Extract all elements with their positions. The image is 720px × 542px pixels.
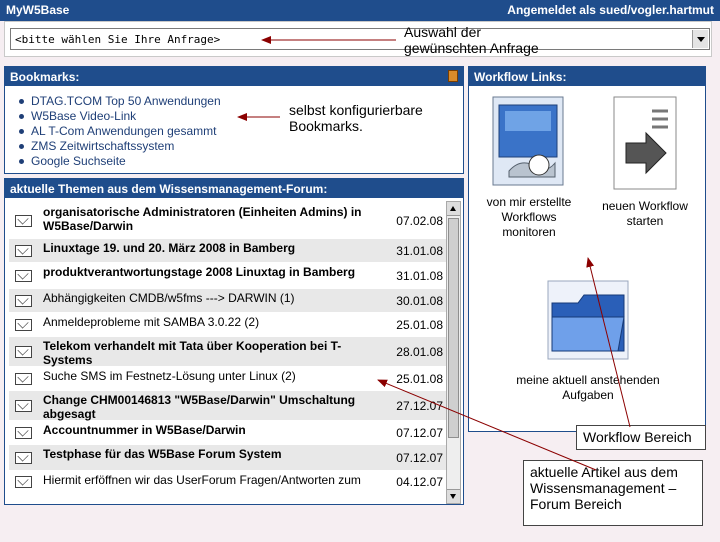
forum-topic-subject[interactable]: Accountnummer in W5Base/Darwin	[43, 423, 383, 437]
envelope-icon	[15, 318, 32, 331]
bookmarks-header: Bookmarks:	[5, 67, 463, 86]
workflow-title: Workflow Links:	[474, 70, 567, 84]
scroll-thumb[interactable]	[448, 218, 459, 438]
forum-topic-subject[interactable]: Linuxtage 19. und 20. März 2008 in Bambe…	[43, 241, 383, 255]
forum-topic-date: 30.01.08	[396, 293, 443, 308]
query-area: <bitte wählen Sie Ihre Anfrage>	[4, 21, 712, 57]
forum-topic-row[interactable]: organisatorische Administratoren (Einhei…	[9, 203, 447, 239]
workflow-monitor-icon[interactable]	[491, 95, 567, 187]
app-title: MyW5Base	[6, 3, 70, 17]
forum-topic-row[interactable]: produktverantwortungstage 2008 Linuxtag …	[9, 263, 447, 289]
callout-query: Auswahl der gewünschten Anfrage	[404, 24, 539, 56]
forum-title: aktuelle Themen aus dem Wissensmanagemen…	[10, 182, 328, 196]
forum-topic-subject[interactable]: Telekom verhandelt mit Tata über Koopera…	[43, 339, 383, 367]
forum-topic-date: 28.01.08	[396, 344, 443, 359]
workflow-tasks-link[interactable]: meine aktuell anstehenden Aufgaben	[493, 273, 683, 403]
forum-topic-row[interactable]: Hiermit erföffnen wir das UserForum Frag…	[9, 471, 447, 493]
forum-topic-date: 04.12.07	[396, 474, 443, 489]
forum-topic-row[interactable]: Testphase für das W5Base Forum System 07.…	[9, 445, 447, 471]
forum-topic-date: 07.12.07	[396, 450, 443, 465]
envelope-icon	[15, 214, 32, 227]
envelope-icon	[15, 399, 32, 412]
forum-topic-date: 25.01.08	[396, 371, 443, 386]
workflow-start-label: neuen Workflow starten	[602, 199, 688, 228]
forum-topic-date: 07.12.07	[396, 425, 443, 440]
forum-topic-row[interactable]: Accountnummer in W5Base/Darwin 07.12.07	[9, 421, 447, 445]
forum-topic-row[interactable]: Anmeldeprobleme mit SAMBA 3.0.22 (2) 25.0…	[9, 313, 447, 337]
bookmark-link[interactable]: ZMS Zeitwirtschaftssystem	[19, 139, 463, 154]
envelope-icon	[15, 372, 32, 385]
workflow-start-link[interactable]: neuen Workflow starten	[595, 95, 695, 229]
forum-topic-row[interactable]: Change CHM00146813 "W5Base/Darwin" Umsch…	[9, 391, 447, 421]
forum-topic-subject[interactable]: Suche SMS im Festnetz-Lösung unter Linux…	[43, 369, 383, 383]
forum-topic-row[interactable]: Linuxtage 19. und 20. März 2008 in Bambe…	[9, 239, 447, 263]
workflow-monitor-link[interactable]: von mir erstellte Workflows monitoren	[477, 95, 581, 240]
workflow-monitor-label: von mir erstellte Workflows monitoren	[486, 195, 572, 239]
folder-tasks-icon[interactable]	[542, 273, 634, 365]
envelope-icon	[15, 345, 32, 358]
forum-topic-date: 27.12.07	[396, 398, 443, 413]
forum-topic-subject[interactable]: Testphase für das W5Base Forum System	[43, 447, 383, 461]
query-select-value: <bitte wählen Sie Ihre Anfrage>	[15, 33, 221, 46]
forum-topic-date: 31.01.08	[396, 243, 443, 258]
bookmark-link[interactable]: Google Suchseite	[19, 154, 463, 169]
workflow-panel: Workflow Links: von mir erstellte Workfl…	[468, 66, 706, 432]
forum-topic-list: organisatorische Administratoren (Einhei…	[9, 203, 447, 493]
forum-scrollbar[interactable]	[446, 201, 461, 504]
forum-topic-subject[interactable]: Change CHM00146813 "W5Base/Darwin" Umsch…	[43, 393, 383, 421]
forum-topic-subject[interactable]: Anmeldeprobleme mit SAMBA 3.0.22 (2)	[43, 315, 383, 329]
workflow-tasks-label: meine aktuell anstehenden Aufgaben	[516, 373, 660, 402]
scroll-up-icon[interactable]	[447, 202, 460, 216]
callout-bookmarks: selbst konfigurierbare Bookmarks.	[289, 102, 423, 134]
forum-topic-date: 25.01.08	[396, 317, 443, 332]
envelope-icon	[15, 426, 32, 439]
query-select[interactable]: <bitte wählen Sie Ihre Anfrage>	[10, 28, 710, 50]
login-status: Angemeldet als sued/vogler.hartmut	[507, 3, 714, 17]
envelope-icon	[15, 269, 32, 282]
workflow-start-icon[interactable]	[610, 95, 680, 191]
forum-topic-row[interactable]: Abhängigkeiten CMDB/w5fms ---> DARWIN (1…	[9, 289, 447, 313]
callout-workflow: Workflow Bereich	[576, 425, 706, 450]
forum-topic-row[interactable]: Telekom verhandelt mit Tata über Koopera…	[9, 337, 447, 367]
forum-topic-subject[interactable]: produktverantwortungstage 2008 Linuxtag …	[43, 265, 383, 279]
envelope-icon	[15, 475, 32, 488]
workflow-header: Workflow Links:	[469, 67, 705, 86]
forum-topic-row[interactable]: Suche SMS im Festnetz-Lösung unter Linux…	[9, 367, 447, 391]
forum-topic-subject[interactable]: Hiermit erföffnen wir das UserForum Frag…	[43, 473, 383, 487]
forum-header: aktuelle Themen aus dem Wissensmanagemen…	[5, 179, 463, 198]
envelope-icon	[15, 294, 32, 307]
dropdown-arrow-icon[interactable]	[692, 30, 708, 48]
bookmark-edit-icon[interactable]	[448, 70, 458, 82]
forum-topic-subject[interactable]: Abhängigkeiten CMDB/w5fms ---> DARWIN (1…	[43, 291, 383, 305]
top-bar: MyW5Base Angemeldet als sued/vogler.hart…	[0, 0, 720, 21]
scroll-down-icon[interactable]	[447, 489, 460, 503]
forum-panel: aktuelle Themen aus dem Wissensmanagemen…	[4, 178, 464, 505]
callout-forum: aktuelle Artikel aus dem Wissensmanageme…	[523, 460, 703, 526]
envelope-icon	[15, 244, 32, 257]
forum-topic-subject[interactable]: organisatorische Administratoren (Einhei…	[43, 205, 383, 233]
forum-topic-date: 07.02.08	[396, 213, 443, 228]
envelope-icon	[15, 451, 32, 464]
forum-topic-date: 31.01.08	[396, 268, 443, 283]
bookmarks-title: Bookmarks:	[10, 70, 80, 84]
